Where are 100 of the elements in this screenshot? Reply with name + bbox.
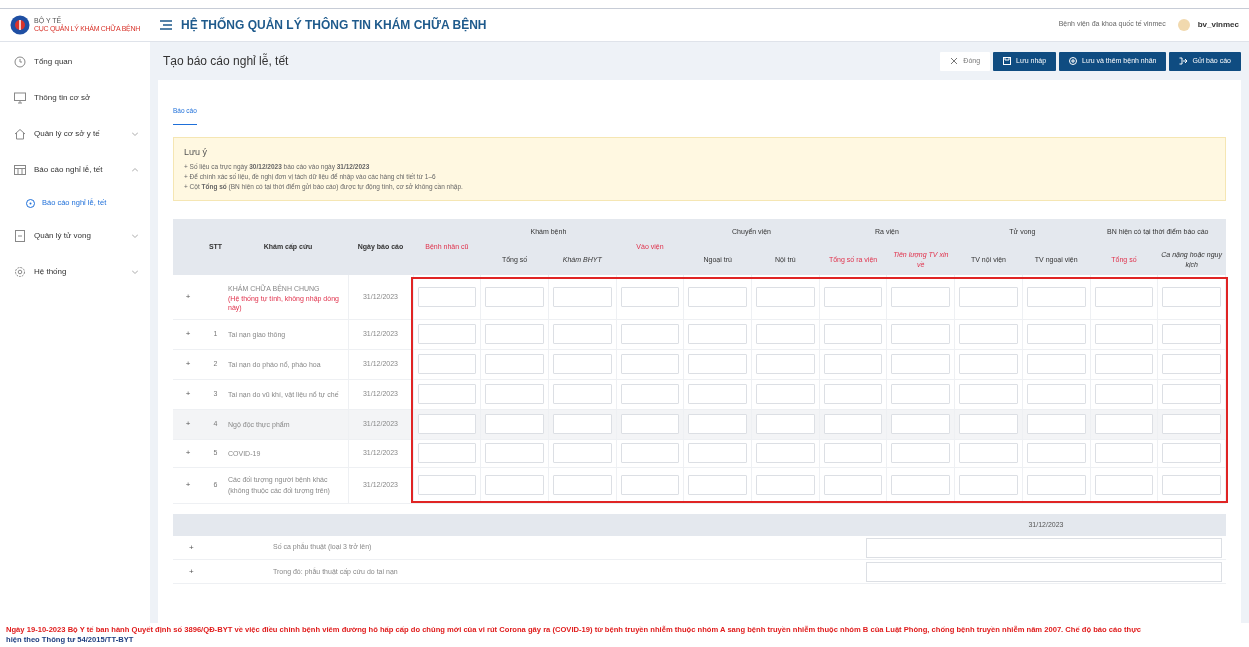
number-field[interactable] <box>1162 443 1221 464</box>
number-field[interactable] <box>1094 384 1154 405</box>
number-field[interactable] <box>891 475 951 496</box>
number-field[interactable] <box>891 324 951 345</box>
number-field[interactable] <box>1162 354 1221 375</box>
number-field[interactable] <box>417 324 477 345</box>
number-field[interactable] <box>620 443 680 464</box>
number-field[interactable] <box>620 475 680 496</box>
number-field[interactable] <box>1094 324 1154 345</box>
number-field[interactable] <box>485 354 544 375</box>
number-field[interactable] <box>620 384 680 405</box>
number-field[interactable] <box>417 475 477 496</box>
number-field[interactable] <box>1094 443 1154 464</box>
number-field[interactable] <box>1094 287 1154 307</box>
number-field[interactable] <box>823 354 883 375</box>
number-field[interactable] <box>756 287 815 307</box>
sidebar-item[interactable]: Báo cáo nghỉ lễ, tết <box>0 152 150 188</box>
number-field[interactable] <box>620 414 680 435</box>
expand-button[interactable]: + <box>173 379 203 410</box>
number-field[interactable] <box>552 324 612 345</box>
number-field[interactable] <box>959 287 1018 307</box>
number-field[interactable] <box>552 475 612 496</box>
menu-icon[interactable] <box>160 19 172 30</box>
number-field[interactable] <box>688 287 747 307</box>
sidebar-item[interactable]: Tổng quan <box>0 44 150 80</box>
number-field[interactable] <box>552 384 612 405</box>
number-field[interactable] <box>1026 475 1086 496</box>
number-field[interactable] <box>485 443 544 464</box>
number-field[interactable] <box>756 414 815 435</box>
number-field[interactable] <box>485 475 544 496</box>
number-field[interactable] <box>688 354 747 375</box>
number-field[interactable] <box>417 414 477 435</box>
number-field[interactable] <box>688 443 747 464</box>
number-field[interactable] <box>891 414 951 435</box>
number-field[interactable] <box>1026 287 1086 307</box>
expand-button[interactable]: + <box>189 541 194 554</box>
avatar-icon[interactable] <box>1177 18 1190 31</box>
number-field[interactable] <box>688 414 747 435</box>
number-field[interactable] <box>485 384 544 405</box>
sidebar-item[interactable]: Thông tin cơ sở <box>0 80 150 116</box>
number-field[interactable] <box>1094 414 1154 435</box>
number-field[interactable] <box>866 537 1222 558</box>
number-field[interactable] <box>417 354 477 375</box>
number-field[interactable] <box>756 475 815 496</box>
number-field[interactable] <box>959 414 1018 435</box>
expand-button[interactable]: + <box>173 349 203 380</box>
sidebar-item[interactable]: Hệ thống <box>0 254 150 290</box>
number-field[interactable] <box>823 443 883 464</box>
expand-button[interactable]: + <box>173 275 203 320</box>
number-field[interactable] <box>823 287 883 307</box>
number-field[interactable] <box>959 324 1018 345</box>
number-field[interactable] <box>1026 324 1086 345</box>
number-field[interactable] <box>891 443 951 464</box>
expand-button[interactable]: + <box>173 467 203 504</box>
number-field[interactable] <box>552 414 612 435</box>
number-field[interactable] <box>1162 414 1221 435</box>
number-field[interactable] <box>959 443 1018 464</box>
number-field[interactable] <box>823 414 883 435</box>
number-field[interactable] <box>485 414 544 435</box>
number-field[interactable] <box>1026 414 1086 435</box>
sidebar-item[interactable]: Quản lý tử vong <box>0 218 150 254</box>
number-field[interactable] <box>756 384 815 405</box>
number-field[interactable] <box>1162 324 1221 345</box>
number-field[interactable] <box>552 354 612 375</box>
number-field[interactable] <box>891 384 951 405</box>
number-field[interactable] <box>1026 443 1086 464</box>
number-field[interactable] <box>959 384 1018 405</box>
number-field[interactable] <box>417 384 477 405</box>
number-field[interactable] <box>823 324 883 345</box>
number-field[interactable] <box>959 354 1018 375</box>
number-field[interactable] <box>891 287 951 307</box>
number-field[interactable] <box>485 324 544 345</box>
expand-button[interactable]: + <box>173 439 203 468</box>
expand-button[interactable]: + <box>189 565 194 578</box>
number-field[interactable] <box>688 384 747 405</box>
number-field[interactable] <box>959 475 1018 496</box>
number-field[interactable] <box>417 443 477 464</box>
number-field[interactable] <box>1162 384 1221 405</box>
number-field[interactable] <box>688 475 747 496</box>
number-field[interactable] <box>756 354 815 375</box>
number-field[interactable] <box>620 324 680 345</box>
number-field[interactable] <box>620 354 680 375</box>
number-field[interactable] <box>823 384 883 405</box>
expand-button[interactable]: + <box>173 409 203 440</box>
number-field[interactable] <box>866 561 1222 582</box>
number-field[interactable] <box>1162 475 1221 496</box>
number-field[interactable] <box>552 287 612 307</box>
expand-button[interactable]: + <box>173 319 203 350</box>
sidebar-item[interactable]: Quản lý cơ sở y tế <box>0 116 150 152</box>
number-field[interactable] <box>1094 354 1154 375</box>
number-field[interactable] <box>620 287 680 307</box>
number-field[interactable] <box>688 324 747 345</box>
number-field[interactable] <box>1026 354 1086 375</box>
number-field[interactable] <box>485 287 544 307</box>
number-field[interactable] <box>417 287 477 307</box>
number-field[interactable] <box>1162 287 1221 307</box>
number-field[interactable] <box>891 354 951 375</box>
number-field[interactable] <box>1094 475 1154 496</box>
number-field[interactable] <box>756 324 815 345</box>
number-field[interactable] <box>1026 384 1086 405</box>
